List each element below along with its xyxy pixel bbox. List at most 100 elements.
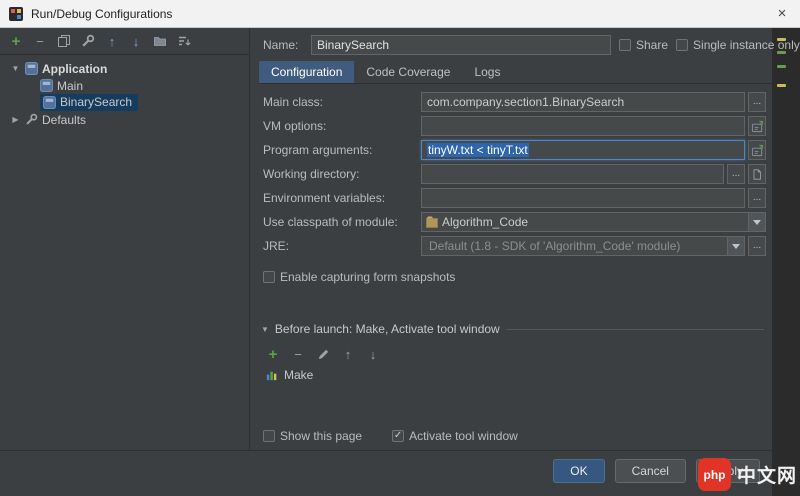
expand-arrow-icon[interactable]: ▼	[10, 64, 21, 73]
jre-row: JRE: Default (1.8 - SDK of 'Algorithm_Co…	[263, 236, 770, 256]
chevron-down-icon[interactable]	[727, 237, 744, 255]
wrench-icon	[81, 34, 95, 48]
move-task-up-button[interactable]: ↑	[338, 344, 358, 364]
working-directory-label: Working directory:	[263, 167, 421, 181]
chevron-down-icon[interactable]	[748, 213, 765, 231]
arrow-down-icon: ↓	[133, 34, 140, 49]
collapse-arrow-icon[interactable]: ▶	[10, 115, 21, 124]
use-classpath-row: Use classpath of module: Algorithm_Code	[263, 212, 770, 232]
activate-tool-window-checkbox[interactable]: ✓ Activate tool window	[392, 429, 518, 443]
ok-button[interactable]: OK	[553, 459, 604, 483]
before-launch-task-make[interactable]: Make	[265, 368, 313, 382]
program-arguments-expand-button[interactable]	[748, 140, 766, 160]
tree-item-defaults[interactable]: ▶ Defaults	[0, 111, 249, 128]
arrow-up-icon: ↑	[109, 34, 116, 49]
dialog-title-bar: Run/Debug Configurations ×	[0, 0, 800, 28]
ellipsis-icon: ...	[753, 97, 761, 107]
environment-variables-row: Environment variables: ...	[263, 188, 770, 208]
remove-icon: −	[36, 34, 44, 49]
working-directory-browse-button[interactable]: ...	[727, 164, 745, 184]
environment-variables-label: Environment variables:	[263, 191, 421, 205]
section-collapse-icon[interactable]: ▼	[261, 325, 269, 334]
close-icon[interactable]: ×	[764, 0, 800, 28]
checkbox-box	[263, 271, 275, 283]
add-task-button[interactable]: +	[263, 344, 283, 364]
tree-item-label: Main	[57, 79, 83, 93]
php-logo-icon: php	[698, 458, 731, 491]
name-label: Name:	[263, 38, 303, 52]
insert-macro-button[interactable]	[748, 164, 766, 184]
edit-task-button[interactable]	[313, 344, 333, 364]
move-up-button[interactable]: ↑	[102, 31, 122, 51]
before-launch-header[interactable]: ▼ Before launch: Make, Activate tool win…	[261, 322, 764, 336]
enable-snapshots-label: Enable capturing form snapshots	[280, 270, 455, 284]
move-task-down-button[interactable]: ↓	[363, 344, 383, 364]
folder-icon	[153, 34, 167, 48]
tab-bar: Configuration Code Coverage Logs	[259, 61, 772, 84]
ide-background-strip	[772, 28, 800, 496]
selected-text: tinyW.txt < tinyT.txt	[427, 143, 529, 157]
sort-icon	[177, 34, 191, 48]
vm-options-expand-button[interactable]	[748, 116, 766, 136]
classpath-module-combobox[interactable]: Algorithm_Code	[421, 212, 766, 232]
snapshots-row: Enable capturing form snapshots	[263, 270, 770, 284]
tab-configuration[interactable]: Configuration	[259, 61, 354, 83]
remove-configuration-button[interactable]: −	[30, 31, 50, 51]
configurations-tree-panel: + − ↑ ↓	[0, 28, 250, 450]
create-folder-button[interactable]	[150, 31, 170, 51]
main-class-label: Main class:	[263, 95, 421, 109]
module-icon	[426, 216, 439, 229]
document-icon	[751, 168, 763, 181]
environment-variables-browse-button[interactable]: ...	[748, 188, 766, 208]
application-type-icon	[25, 62, 38, 75]
name-field[interactable]: BinarySearch	[311, 35, 611, 55]
run-debug-configurations-dialog: + − ↑ ↓	[0, 28, 772, 496]
tree-item-main[interactable]: Main	[0, 77, 249, 94]
share-checkbox[interactable]: Share	[619, 38, 668, 52]
watermark-text: 中文网	[737, 461, 797, 488]
tree-item-application[interactable]: ▼ Application	[0, 60, 249, 77]
app-logo-icon	[9, 7, 23, 21]
working-directory-field[interactable]	[421, 164, 724, 184]
program-arguments-label: Program arguments:	[263, 143, 421, 157]
program-arguments-field[interactable]: tinyW.txt < tinyT.txt	[421, 140, 745, 160]
tree-item-label: BinarySearch	[60, 95, 132, 109]
checkbox-box	[263, 430, 275, 442]
cancel-button[interactable]: Cancel	[615, 459, 686, 483]
section-separator-line	[506, 329, 764, 330]
working-directory-row: Working directory: ...	[263, 164, 770, 184]
program-arguments-row: Program arguments: tinyW.txt < tinyT.txt	[263, 140, 770, 160]
jre-label: JRE:	[263, 239, 421, 253]
expand-field-icon	[751, 120, 764, 133]
application-config-icon	[43, 96, 56, 109]
tab-logs[interactable]: Logs	[462, 61, 512, 83]
activate-tool-window-label: Activate tool window	[409, 429, 518, 443]
tab-code-coverage[interactable]: Code Coverage	[354, 61, 462, 83]
add-icon: +	[269, 346, 278, 363]
main-class-field[interactable]: com.company.section1.BinarySearch	[421, 92, 745, 112]
tree-item-label: Application	[42, 62, 107, 76]
expand-field-icon	[751, 144, 764, 157]
before-launch-title: Before launch: Make, Activate tool windo…	[275, 322, 500, 336]
jre-combobox[interactable]: Default (1.8 - SDK of 'Algorithm_Code' m…	[421, 236, 745, 256]
move-down-button[interactable]: ↓	[126, 31, 146, 51]
before-launch-toolbar: + − ↑ ↓	[263, 344, 383, 364]
single-instance-checkbox[interactable]: Single instance only	[676, 38, 800, 52]
tree-item-label: Defaults	[42, 113, 86, 127]
environment-variables-field[interactable]	[421, 188, 745, 208]
sort-configurations-button[interactable]	[174, 31, 194, 51]
vm-options-field[interactable]	[421, 116, 745, 136]
name-row: Name: BinarySearch Share Single instance…	[263, 34, 770, 56]
tree-item-binarysearch-selected[interactable]: BinarySearch	[0, 94, 249, 111]
enable-snapshots-checkbox[interactable]: Enable capturing form snapshots	[263, 270, 455, 284]
single-instance-label: Single instance only	[693, 38, 800, 52]
copy-configuration-button[interactable]	[54, 31, 74, 51]
edit-defaults-button[interactable]	[78, 31, 98, 51]
tree-selection-highlight: BinarySearch	[40, 94, 138, 111]
checkbox-box-checked: ✓	[392, 430, 404, 442]
add-configuration-button[interactable]: +	[6, 31, 26, 51]
main-class-browse-button[interactable]: ...	[748, 92, 766, 112]
show-this-page-checkbox[interactable]: Show this page	[263, 429, 362, 443]
remove-task-button[interactable]: −	[288, 344, 308, 364]
jre-browse-button[interactable]: ...	[748, 236, 766, 256]
